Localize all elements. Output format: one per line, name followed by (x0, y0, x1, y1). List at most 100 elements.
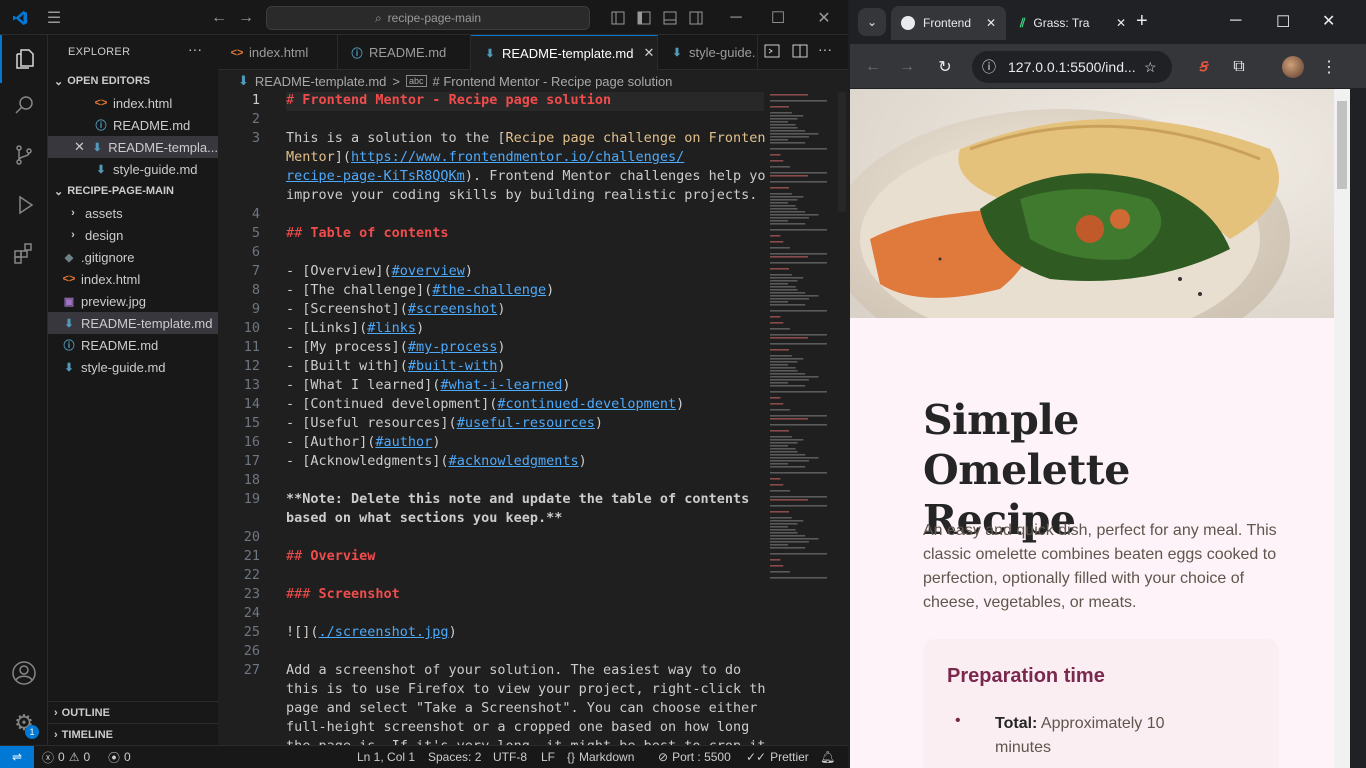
open-editor-item-active[interactable]: ✕ ⬇ README-templa... (48, 136, 218, 158)
tree-folder-design[interactable]: › design (48, 224, 218, 246)
page-scrollbar[interactable] (1334, 89, 1350, 768)
formatter-label: Prettier (770, 750, 809, 764)
split-editor-icon[interactable] (792, 43, 808, 64)
open-editor-item[interactable]: <> index.html (48, 92, 218, 114)
minimap[interactable] (766, 92, 836, 745)
minimap-line (770, 409, 790, 411)
minimap-line (770, 397, 781, 399)
tree-file[interactable]: ▣ preview.jpg (48, 290, 218, 312)
close-tab-icon[interactable]: ✕ (986, 16, 996, 30)
tab-readme[interactable]: ⓘ README.md (338, 35, 471, 70)
encoding[interactable]: UTF-8 (493, 746, 527, 768)
minimap-line (770, 214, 819, 216)
reload-icon[interactable]: ↻ (932, 44, 958, 89)
tree-file[interactable]: <> index.html (48, 268, 218, 290)
tab-style-guide[interactable]: ⬇ style-guide. (658, 35, 758, 70)
scroll-thumb[interactable] (1337, 101, 1347, 189)
cursor-position[interactable]: Ln 1, Col 1 (357, 746, 415, 768)
back-arrow-icon[interactable]: ← (205, 0, 233, 35)
search-icon[interactable] (0, 81, 48, 129)
layout-icon[interactable] (606, 0, 630, 35)
editor-scrollbar[interactable] (836, 92, 848, 745)
scroll-thumb[interactable] (838, 92, 846, 212)
bookmark-star-icon[interactable]: ☆ (1144, 59, 1157, 76)
minimize-icon[interactable]: ─ (716, 0, 756, 35)
outline-section[interactable]: › OUTLINE (48, 701, 218, 723)
indentation[interactable]: Spaces: 2 (428, 746, 481, 768)
tree-file-selected[interactable]: ⬇ README-template.md (48, 312, 218, 334)
prep-total-label: Total: (995, 715, 1038, 732)
close-tab-icon[interactable]: ✕ (643, 45, 654, 61)
markdown-icon: ⬇ (92, 141, 102, 154)
account-icon[interactable] (0, 649, 48, 697)
explorer-icon[interactable] (0, 35, 48, 83)
problems-indicator[interactable]: ⓧ 0 ⚠ 0 (42, 746, 90, 768)
recipe-description: An easy and quick dish, perfect for any … (923, 522, 1277, 611)
end-of-line[interactable]: LF (541, 746, 555, 768)
toggle-secondary-sidebar-icon[interactable] (684, 0, 708, 35)
close-icon[interactable]: ✕ (1322, 11, 1335, 31)
close-icon[interactable]: ✕ (802, 0, 846, 35)
address-bar[interactable]: ⓘ 127.0.0.1:5500/ind... ☆ (972, 51, 1172, 83)
minimize-icon[interactable]: ─ (1230, 12, 1241, 30)
tree-folder-assets[interactable]: › assets (48, 202, 218, 224)
minimap-line (770, 211, 806, 213)
minimap-line (770, 577, 827, 579)
more-actions-icon[interactable]: ··· (818, 41, 832, 57)
maximize-icon[interactable]: ☐ (1276, 12, 1290, 32)
breadcrumb-file[interactable]: README-template.md (255, 74, 386, 89)
open-preview-icon[interactable] (764, 43, 780, 62)
forward-arrow-icon[interactable]: → (894, 44, 920, 89)
open-editors-section[interactable]: ⌄ OPEN EDITORS (48, 70, 218, 92)
site-info-icon[interactable]: ⓘ (982, 57, 996, 77)
notifications-bell-icon[interactable]: 🔔︎ (820, 746, 835, 768)
toggle-panel-icon[interactable] (658, 0, 682, 35)
timeline-section[interactable]: › TIMELINE (48, 723, 218, 745)
tab-readme-template[interactable]: ⬇ README-template.md ✕ (471, 35, 658, 70)
tab-search-icon[interactable]: ⌄ (858, 8, 886, 36)
minimap-line (770, 436, 792, 438)
breadcrumb-symbol[interactable]: # Frontend Mentor - Recipe page solution (433, 74, 673, 89)
run-debug-icon[interactable] (0, 181, 48, 229)
maximize-icon[interactable]: ☐ (758, 0, 798, 35)
open-editor-item[interactable]: ⓘ README.md (48, 114, 218, 136)
tree-file[interactable]: ⓘ README.md (48, 334, 218, 356)
extensions-icon[interactable] (0, 229, 48, 277)
live-server-port[interactable]: ⊘ Port : 5500 (658, 746, 731, 768)
menu-icon[interactable]: ☰ (40, 0, 68, 35)
forward-arrow-icon[interactable]: → (232, 0, 260, 35)
minimap-line (770, 121, 789, 123)
browser-tab-active[interactable]: Frontend ✕ (891, 6, 1006, 40)
tree-file[interactable]: ◆ .gitignore (48, 246, 218, 268)
remote-indicator-icon[interactable]: ⇌ (0, 746, 34, 768)
prettier-status[interactable]: ✓✓ Prettier (746, 746, 809, 768)
command-center-search[interactable]: ⌕ recipe-page-main (266, 6, 590, 30)
close-editor-icon[interactable]: ✕ (74, 139, 91, 155)
language-mode[interactable]: {} Markdown (567, 746, 634, 768)
tree-label: README-template.md (81, 315, 213, 331)
open-editor-item[interactable]: ⬇ style-guide.md (48, 158, 218, 180)
kebab-menu-icon[interactable]: ⋮ (1316, 44, 1342, 89)
back-arrow-icon[interactable]: ← (860, 44, 886, 89)
folder-section[interactable]: ⌄ RECIPE-PAGE-MAIN (48, 180, 218, 202)
minimap-line (770, 205, 796, 207)
more-actions-icon[interactable]: ··· (188, 41, 202, 57)
code-editor[interactable]: 1 2 3 4 5 6 7 8 9 10 11 12 13 14 15 16 1… (218, 92, 766, 745)
close-tab-icon[interactable]: ✕ (1116, 16, 1126, 30)
minimap-line (770, 208, 798, 210)
browser-tab[interactable]: ⫽ Grass: Tra ✕ (1010, 6, 1130, 40)
new-tab-plus-icon[interactable]: + (1136, 10, 1148, 33)
minimap-line (770, 118, 798, 120)
extension-icon[interactable]: Ꞩ (1190, 44, 1216, 89)
profile-avatar[interactable] (1280, 44, 1306, 89)
minimap-line (770, 136, 809, 138)
code-line: - [Author](#author) (286, 434, 441, 450)
tree-file[interactable]: ⬇ style-guide.md (48, 356, 218, 378)
extensions-puzzle-icon[interactable]: ⧉ (1226, 44, 1252, 89)
source-control-icon[interactable] (0, 131, 48, 179)
toggle-sidebar-icon[interactable] (632, 0, 656, 35)
ports-indicator[interactable]: ⦿ 0 (108, 746, 131, 768)
minimap-line (770, 160, 784, 162)
settings-gear-icon[interactable]: ⚙ 1 (0, 699, 48, 747)
tab-index-html[interactable]: <> index.html (218, 35, 338, 70)
